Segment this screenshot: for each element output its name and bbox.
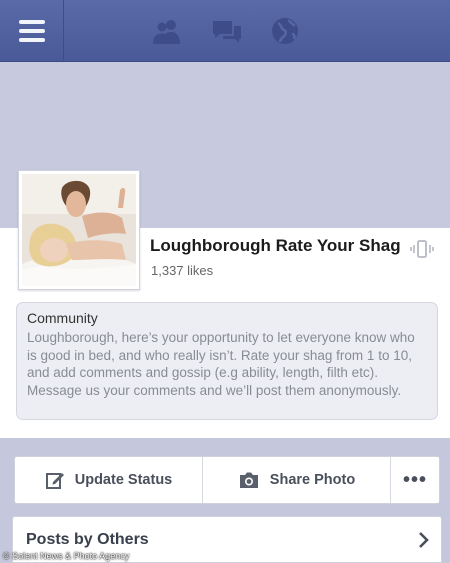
- messages-icon[interactable]: [210, 14, 244, 48]
- top-navigation-bar: [0, 0, 450, 62]
- vibrate-icon: [410, 240, 434, 258]
- page-category: Community: [27, 310, 98, 326]
- notifications-globe-icon[interactable]: [268, 14, 302, 48]
- action-bar: Update Status Share Photo •••: [14, 456, 440, 504]
- edit-icon: [45, 473, 64, 489]
- likes-count[interactable]: 1,337 likes: [151, 263, 213, 278]
- update-status-button[interactable]: Update Status: [15, 457, 203, 503]
- posts-by-others-label: Posts by Others: [26, 531, 149, 548]
- profile-photo-image: [22, 174, 136, 286]
- about-section[interactable]: Community Loughborough, here’s your oppo…: [16, 302, 438, 420]
- watermark: © Solent News & Photo Agency: [3, 551, 130, 561]
- page-description: Loughborough, here’s your opportunity to…: [27, 330, 415, 398]
- menu-icon[interactable]: [0, 0, 64, 62]
- update-status-label: Update Status: [74, 472, 173, 488]
- share-photo-button[interactable]: Share Photo: [203, 457, 391, 503]
- friend-requests-icon[interactable]: [150, 14, 184, 48]
- camera-icon: [239, 472, 258, 488]
- more-dots-icon: •••: [402, 468, 427, 491]
- share-photo-label: Share Photo: [269, 472, 356, 488]
- profile-picture[interactable]: [18, 170, 140, 290]
- chevron-right-icon: [419, 532, 429, 548]
- page-title: Loughborough Rate Your Shag: [150, 236, 401, 255]
- more-options-button[interactable]: •••: [391, 457, 439, 503]
